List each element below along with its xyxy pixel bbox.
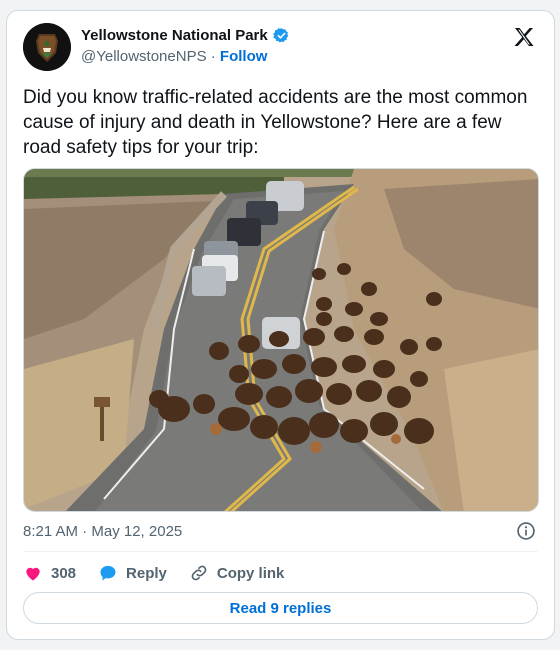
- reply-label: Reply: [126, 564, 167, 582]
- follow-button[interactable]: Follow: [220, 48, 268, 65]
- info-icon[interactable]: [516, 521, 536, 541]
- tweet-header: Yellowstone National Park @YellowstoneNP…: [23, 23, 538, 73]
- display-name[interactable]: Yellowstone National Park: [81, 27, 268, 44]
- bison-herd-road-photo: [24, 169, 538, 511]
- read-replies-button[interactable]: Read 9 replies: [23, 592, 538, 624]
- link-icon: [191, 565, 207, 581]
- name-row: Yellowstone National Park: [81, 27, 290, 44]
- action-bar: 308 Reply Copy link: [23, 562, 306, 584]
- copy-link-label: Copy link: [216, 564, 285, 582]
- tweet-timestamp[interactable]: 8:21 AM · May 12, 2025: [23, 523, 182, 540]
- verified-badge-icon: [273, 28, 288, 43]
- handle[interactable]: @YellowstoneNPS: [81, 48, 207, 65]
- separator-dot: ·: [210, 48, 216, 65]
- avatar[interactable]: [23, 23, 71, 71]
- like-button[interactable]: 308: [23, 563, 76, 583]
- nps-arrowhead-logo-icon: [23, 23, 71, 71]
- divider: [23, 551, 538, 552]
- tweet-text: Did you know traffic-related accidents a…: [23, 87, 528, 158]
- reply-bubble-icon: [100, 565, 116, 581]
- heart-icon: [26, 567, 40, 581]
- reply-button[interactable]: Reply: [98, 563, 167, 583]
- tweet-photo[interactable]: [23, 168, 539, 512]
- tweet-card: Yellowstone National Park @YellowstoneNP…: [6, 10, 555, 640]
- copy-link-button[interactable]: Copy link: [189, 563, 285, 583]
- handle-row: @YellowstoneNPS · Follow: [81, 48, 267, 65]
- x-logo-icon[interactable]: [512, 25, 536, 49]
- like-count: 308: [51, 564, 77, 582]
